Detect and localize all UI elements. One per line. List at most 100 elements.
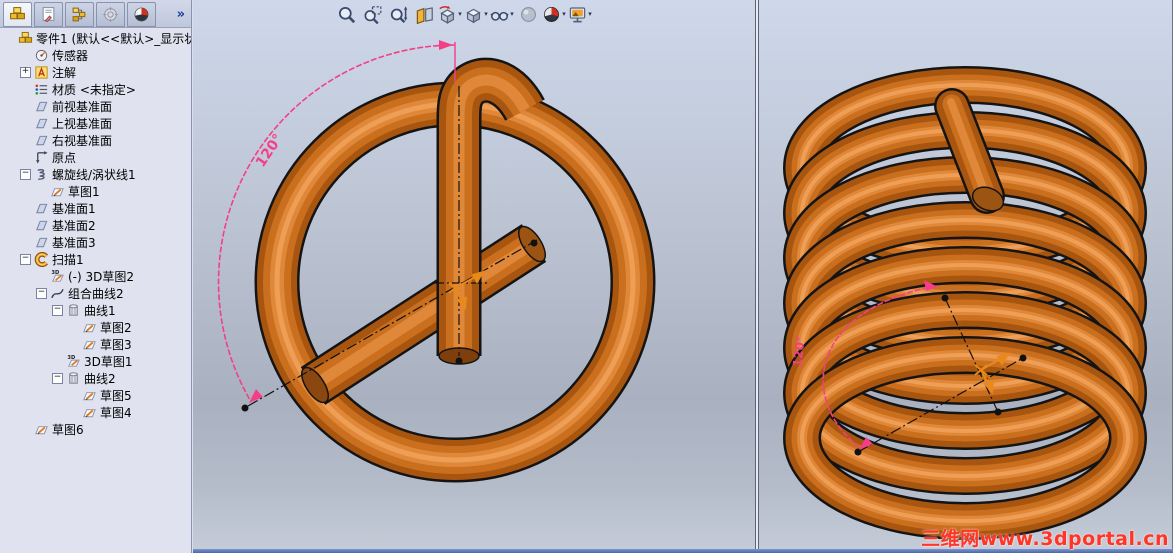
tree-item-1[interactable]: + 注解: [0, 64, 191, 81]
property-manager-tab-icon: [40, 6, 57, 23]
collapse-icon[interactable]: −: [52, 373, 63, 384]
annotation-icon: [34, 65, 49, 80]
tree-item-15[interactable]: − 曲线1: [0, 302, 191, 319]
watermark: 三维网www.3dportal.cn: [921, 528, 1169, 550]
dropdown-arrow-icon[interactable]: ▾: [484, 10, 488, 18]
display-style-button[interactable]: ▾: [463, 2, 489, 26]
origin-icon: [34, 150, 49, 165]
zoom-to-area-button[interactable]: [359, 2, 385, 26]
panel-overflow-chevron[interactable]: »: [175, 7, 187, 22]
panel-tab-property-manager[interactable]: [34, 2, 63, 27]
tree-item-5[interactable]: 右视基准面: [0, 132, 191, 149]
tree-item-11[interactable]: 基准面3: [0, 234, 191, 251]
dropdown-arrow-icon[interactable]: ▾: [458, 10, 462, 18]
collapse-icon[interactable]: −: [52, 305, 63, 316]
tree-item-3[interactable]: 前视基准面: [0, 98, 191, 115]
material-icon: [34, 82, 49, 97]
sketch-icon: [82, 405, 97, 420]
tree-item-6[interactable]: 原点: [0, 149, 191, 166]
sketch-icon: [50, 184, 65, 199]
configuration-manager-tab-icon: [71, 6, 88, 23]
tree-item-label: 草图4: [100, 406, 132, 420]
view-orientation-button[interactable]: ▾: [437, 2, 463, 26]
tree-item-0[interactable]: 传感器: [0, 47, 191, 64]
tree-item-20[interactable]: 草图5: [0, 387, 191, 404]
front-view-scene: 120°: [217, 40, 656, 483]
curve-icon: [66, 303, 81, 318]
svg-text:3D: 3D: [67, 355, 75, 361]
panel-tab-dimxpert[interactable]: [96, 2, 125, 27]
tree-item-label: 基准面2: [52, 219, 96, 233]
tree-item-12[interactable]: − 扫描1: [0, 251, 191, 268]
tree-item-root[interactable]: 零件1 (默认<<默认>_显示状态: [0, 30, 191, 47]
hide-show-items-button[interactable]: ▾: [489, 2, 515, 26]
panel-tab-features[interactable]: [3, 2, 32, 27]
part-icon: [18, 31, 33, 46]
apply-scene-icon: [542, 5, 561, 24]
collapse-icon[interactable]: −: [36, 288, 47, 299]
tree-item-21[interactable]: 草图4: [0, 404, 191, 421]
sweep-icon: [34, 252, 49, 267]
collapse-icon[interactable]: −: [20, 169, 31, 180]
collapse-icon[interactable]: −: [20, 254, 31, 265]
tree-item-14[interactable]: − 组合曲线2: [0, 285, 191, 302]
tree-item-19[interactable]: − 曲线2: [0, 370, 191, 387]
features-tab-icon: [9, 6, 26, 23]
zoom-to-fit-button[interactable]: [333, 2, 359, 26]
tree-item-18[interactable]: 3D 3D草图1: [0, 353, 191, 370]
zoom-in-out-button[interactable]: [385, 2, 411, 26]
zoom-to-fit-icon: [337, 5, 356, 24]
tree-item-17[interactable]: 草图3: [0, 336, 191, 353]
plane-icon: [34, 133, 49, 148]
view-settings-icon: [568, 5, 587, 24]
tree-item-label: 传感器: [52, 49, 89, 63]
sketch-icon: [34, 422, 49, 437]
tree-item-7[interactable]: − 螺旋线/涡状线1: [0, 166, 191, 183]
tree-item-22[interactable]: 草图6: [0, 421, 191, 438]
panel-tab-bar: »: [0, 0, 191, 28]
tree-item-label: 基准面3: [52, 236, 96, 250]
feature-tree: 零件1 (默认<<默认>_显示状态 传感器+ 注解 材质 <未指定>前视基准面上…: [0, 28, 191, 438]
edit-appearance-button[interactable]: [515, 2, 541, 26]
sketch-icon: [82, 320, 97, 335]
tree-item-label: 零件1 (默认<<默认>_显示状态: [36, 32, 191, 46]
tree-item-label: 组合曲线2: [68, 287, 124, 301]
zoom-in-out-icon: [389, 5, 408, 24]
tree-item-16[interactable]: 草图2: [0, 319, 191, 336]
dropdown-arrow-icon[interactable]: ▾: [562, 10, 566, 18]
plane-icon: [34, 218, 49, 233]
isometric-view-scene: 120°: [783, 66, 1147, 540]
curve-icon: [66, 371, 81, 386]
viewport-front[interactable]: ▾ ▾ ▾ ▾ ▾ 120°: [193, 0, 755, 553]
tree-item-9[interactable]: 基准面1: [0, 200, 191, 217]
diagonal-tube-body[interactable]: [297, 222, 551, 406]
tree-item-2[interactable]: 材质 <未指定>: [0, 81, 191, 98]
hide-show-items-icon: [490, 5, 509, 24]
tree-item-10[interactable]: 基准面2: [0, 217, 191, 234]
expand-icon[interactable]: +: [20, 67, 31, 78]
graphics-area: ▾ ▾ ▾ ▾ ▾ 120° 120° 三维网www.3dportal.cn: [193, 0, 1173, 553]
feature-manager-panel: » 零件1 (默认<<默认>_显示状态 传感器+ 注解 材质 <未指定>前视基准…: [0, 0, 192, 553]
plane-icon: [34, 99, 49, 114]
tree-item-label: 曲线2: [84, 372, 116, 386]
panel-tab-display-manager[interactable]: [127, 2, 156, 27]
tree-item-4[interactable]: 上视基准面: [0, 115, 191, 132]
tree-item-label: 曲线1: [84, 304, 116, 318]
tree-item-13[interactable]: 3D (-) 3D草图2: [0, 268, 191, 285]
dimxpert-tab-icon: [102, 6, 119, 23]
helix-icon: [34, 167, 49, 182]
viewport-isometric[interactable]: 120° 三维网www.3dportal.cn: [759, 0, 1173, 553]
panel-tab-configuration-manager[interactable]: [65, 2, 94, 27]
edit-appearance-icon: [519, 5, 538, 24]
sensor-icon: [34, 48, 49, 63]
section-view-button[interactable]: [411, 2, 437, 26]
tree-item-8[interactable]: 草图1: [0, 183, 191, 200]
apply-scene-button[interactable]: ▾: [541, 2, 567, 26]
plane-icon: [34, 201, 49, 216]
dropdown-arrow-icon[interactable]: ▾: [588, 10, 592, 18]
display-manager-tab-icon: [133, 6, 150, 23]
compcurve-icon: [50, 286, 65, 301]
tree-item-label: 草图6: [52, 423, 84, 437]
view-settings-button[interactable]: ▾: [567, 2, 593, 26]
dropdown-arrow-icon[interactable]: ▾: [510, 10, 514, 18]
